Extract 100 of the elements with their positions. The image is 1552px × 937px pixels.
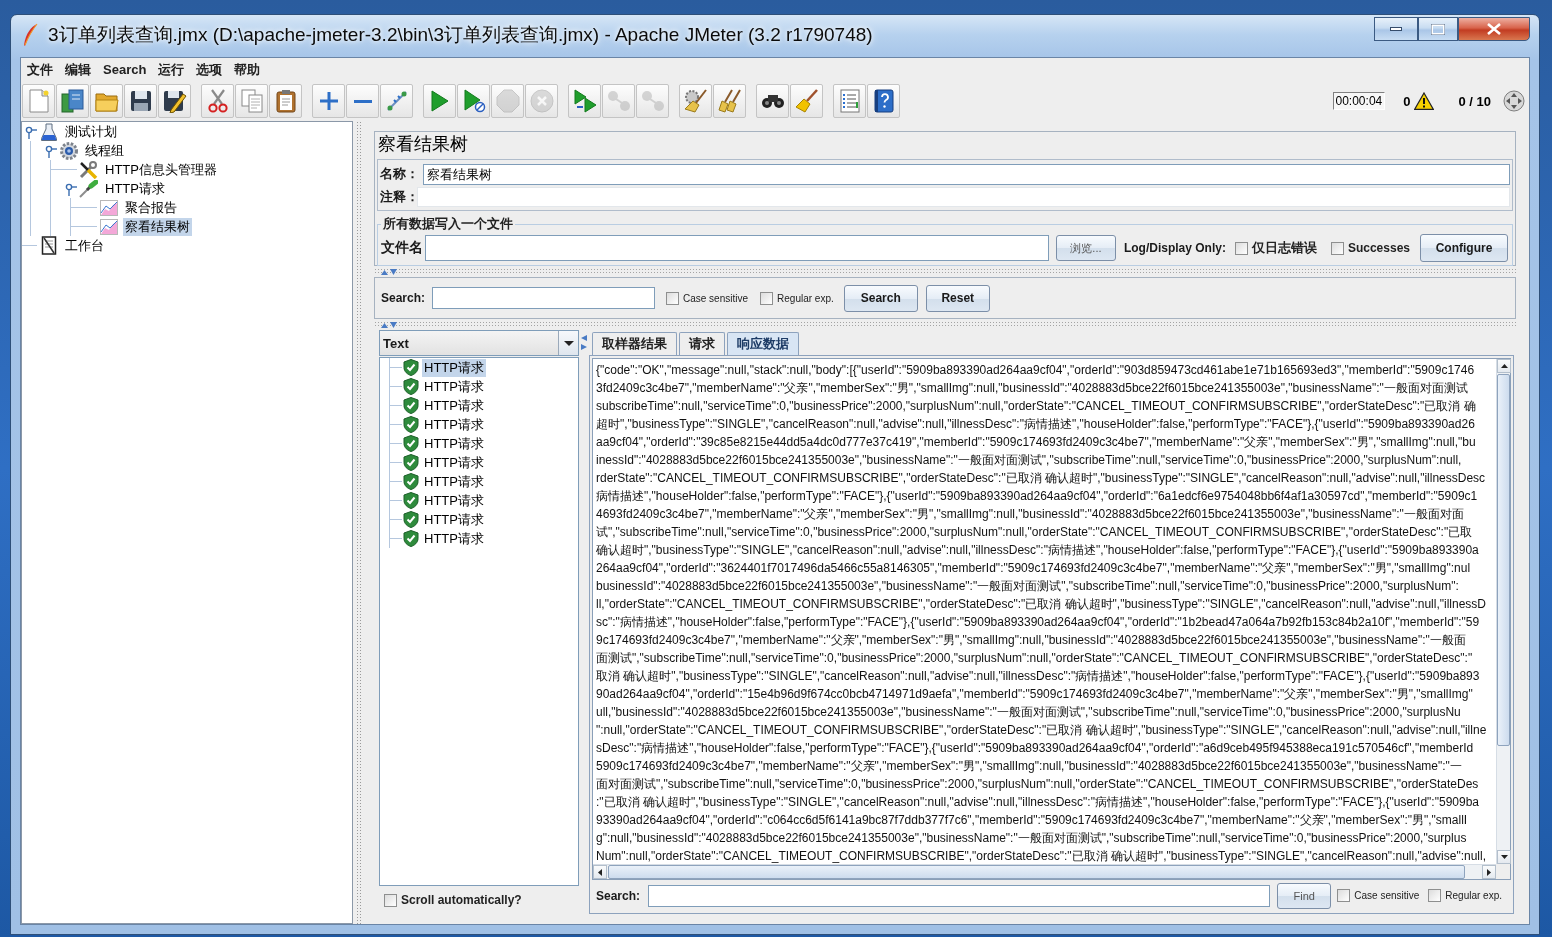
vertical-scrollbar[interactable] bbox=[1496, 359, 1510, 864]
help-button[interactable] bbox=[867, 84, 900, 118]
renderer-dropdown[interactable]: Text bbox=[379, 330, 579, 356]
checkbox[interactable] bbox=[1428, 889, 1442, 902]
tree-item[interactable]: 察看结果树 bbox=[123, 217, 192, 236]
checkbox[interactable] bbox=[1234, 241, 1248, 255]
result-item[interactable]: HTTP请求 bbox=[422, 491, 486, 510]
result-item[interactable]: HTTP请求 bbox=[422, 377, 486, 396]
checkbox[interactable] bbox=[666, 291, 679, 305]
menu-item[interactable]: 运行 bbox=[152, 58, 191, 81]
result-item[interactable]: HTTP请求 bbox=[422, 529, 486, 548]
response-text-line: 4693fd2409c3c4be7","memberName":"父亲","memberSex":"男","smallImg":null,"businessId":"4028883d5bce22f6015bce241355003e","businessName":"一般面对面 bbox=[596, 506, 1464, 523]
reset-search-button[interactable] bbox=[790, 84, 823, 118]
minimize-icon bbox=[1390, 27, 1402, 31]
search-panel-button[interactable]: Reset bbox=[925, 284, 990, 312]
result-item[interactable]: HTTP请求 bbox=[422, 434, 486, 453]
scrollbar-thumb[interactable] bbox=[1497, 374, 1510, 746]
name-label: 名称： bbox=[380, 165, 420, 183]
tree-item[interactable]: HTTP请求 bbox=[103, 179, 167, 198]
feather-icon bbox=[22, 23, 38, 47]
result-item[interactable]: HTTP请求 bbox=[422, 510, 486, 529]
menu-item[interactable]: 选项 bbox=[190, 58, 229, 81]
response-text-line: 9c174693fd2409c3c4be7","memberName":"父亲","memberSex":"男","smallImg":null,"businessId":"4028883d5bce22f6015bce241355003e","businessName":"一般面 bbox=[596, 632, 1466, 649]
minus-icon bbox=[353, 99, 372, 103]
scroll-down-button[interactable] bbox=[1497, 850, 1511, 864]
scissors-icon bbox=[205, 89, 230, 113]
collapse-button[interactable] bbox=[346, 84, 379, 118]
clear-button[interactable] bbox=[679, 84, 712, 118]
find-button[interactable]: Find bbox=[1277, 882, 1332, 909]
find-field[interactable] bbox=[648, 884, 1271, 907]
response-text-line: 确认超时","businessType":"SINGLE","cancelReason":null,"advise":null,"illnessDesc":"病情描述","houseHolder":false,"performType":"FACE"},{"userId":"5909ba893390a bbox=[596, 542, 1479, 559]
start-button[interactable] bbox=[423, 84, 456, 118]
configure-button[interactable]: Configure bbox=[1420, 234, 1508, 262]
tree-item[interactable]: 工作台 bbox=[63, 236, 106, 255]
search-button[interactable] bbox=[756, 84, 789, 118]
result-item[interactable]: HTTP请求 bbox=[422, 472, 486, 491]
toggle-button[interactable] bbox=[380, 84, 413, 118]
response-text-line: 病情描述","houseHolder":false,"performType":"FACE"},{"userId":"5909ba893390ad264aa9cf04","orderId":"6a1edcf6e9754048bb6f4af1a30597cd","memberId":"5909c1 bbox=[596, 488, 1478, 505]
result-item[interactable]: HTTP请求 bbox=[422, 396, 486, 415]
menu-item[interactable]: 编辑 bbox=[59, 58, 97, 81]
save-button[interactable] bbox=[124, 84, 157, 118]
cut-button[interactable] bbox=[201, 84, 234, 118]
remote-start-button[interactable] bbox=[568, 84, 601, 118]
help-book-icon bbox=[871, 89, 896, 113]
start-no-pauses-button[interactable] bbox=[457, 84, 490, 118]
tree-item[interactable]: 聚合报告 bbox=[123, 198, 179, 217]
floppy-pencil-icon bbox=[162, 89, 187, 113]
checkbox-label: Successes bbox=[1347, 241, 1410, 255]
checkbox-label: Scroll automatically? bbox=[401, 893, 522, 907]
menu-item[interactable]: Search bbox=[97, 58, 153, 81]
result-item[interactable]: HTTP请求 bbox=[422, 453, 486, 472]
save-as-button[interactable] bbox=[158, 84, 191, 118]
checkbox[interactable] bbox=[760, 291, 774, 305]
name-field[interactable]: 察看结果树 bbox=[423, 163, 1510, 185]
checkbox[interactable] bbox=[1337, 889, 1351, 902]
tree-item[interactable]: 线程组 bbox=[83, 141, 126, 160]
scroll-left-button[interactable] bbox=[593, 865, 607, 879]
paste-button[interactable] bbox=[269, 84, 302, 118]
blank-page-icon bbox=[26, 89, 51, 113]
maximize-icon bbox=[1431, 23, 1445, 35]
search-field[interactable] bbox=[432, 287, 655, 309]
comment-field[interactable] bbox=[417, 187, 1510, 207]
response-text-line: 面对面测试","subscribeTime":null,"serviceTime":0,"businessPrice":2000,"surplusNum":null,"orderState":"CANCEL_TIMEOUT_CONFIRMSUBSCRIBE","orderStateDes bbox=[596, 776, 1479, 793]
scroll-up-button[interactable] bbox=[1497, 359, 1511, 373]
comment-label: 注释： bbox=[380, 188, 417, 206]
maximize-button[interactable] bbox=[1418, 17, 1458, 41]
file-name-field[interactable] bbox=[425, 235, 1049, 261]
broom-gear-icon bbox=[683, 89, 708, 113]
minimize-button[interactable] bbox=[1374, 17, 1418, 41]
dropdown-arrow-button[interactable] bbox=[558, 331, 578, 355]
linked-circles-icon bbox=[640, 89, 665, 113]
response-text-line: ":null,"orderState":"CANCEL_TIMEOUT_CONFIRMSUBSCRIBE","orderStateDesc":"已取消 确认超时","businessType":"SINGLE","cancelReason":null,"advise":null,"illne bbox=[596, 722, 1487, 739]
checkbox-label: Regular exp. bbox=[1445, 890, 1502, 901]
menu-item[interactable]: 文件 bbox=[21, 58, 59, 81]
brooms-icon bbox=[717, 89, 742, 113]
tree-item[interactable]: 测试计划 bbox=[63, 122, 119, 141]
result-item[interactable]: HTTP请求 bbox=[422, 358, 486, 377]
chart-icon bbox=[99, 218, 118, 235]
templates-button[interactable] bbox=[56, 84, 89, 118]
tab[interactable]: 取样器结果 bbox=[592, 332, 677, 355]
checkbox[interactable] bbox=[1330, 241, 1344, 255]
scroll-right-button[interactable] bbox=[1482, 865, 1496, 879]
result-item[interactable]: HTTP请求 bbox=[422, 415, 486, 434]
response-text-line: Num":null,"orderState":"CANCEL_TIMEOUT_CONFIRMSUBSCRIBE","orderStateDesc":"已取消 确认超时","businessType":"SINGLE","cancelReason":null,"advise":null, bbox=[596, 848, 1487, 864]
tab[interactable]: 响应数据 bbox=[727, 332, 799, 355]
pipette-icon bbox=[79, 179, 98, 198]
broom-icon bbox=[794, 89, 819, 113]
tab[interactable]: 请求 bbox=[679, 332, 725, 355]
list-icon bbox=[837, 89, 862, 113]
close-button[interactable] bbox=[1458, 17, 1530, 41]
tools-icon bbox=[79, 160, 98, 179]
search-panel-button[interactable]: Search bbox=[843, 284, 918, 312]
clear-all-button[interactable] bbox=[713, 84, 746, 118]
checkbox[interactable] bbox=[384, 893, 397, 907]
double-play-icon bbox=[572, 89, 597, 113]
browse-button[interactable]: 浏览... bbox=[1055, 235, 1116, 261]
tree-item[interactable]: HTTP信息头管理器 bbox=[103, 160, 219, 179]
menu-item[interactable]: 帮助 bbox=[228, 58, 267, 81]
expand-button[interactable] bbox=[312, 84, 345, 118]
notebook-icon bbox=[40, 236, 57, 255]
